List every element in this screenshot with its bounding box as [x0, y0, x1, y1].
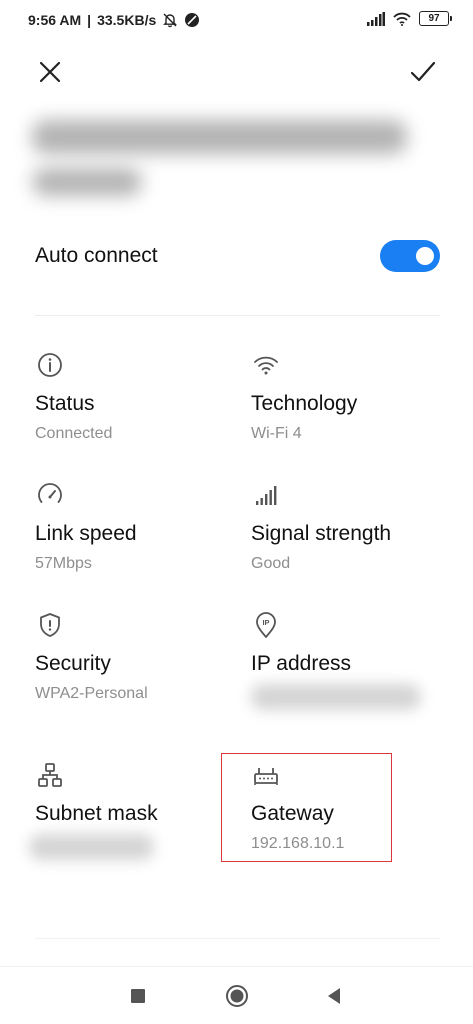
battery-indicator: 97	[419, 11, 452, 26]
link-speed-title: Link speed	[35, 522, 137, 545]
back-button[interactable]	[317, 979, 351, 1013]
detail-ip-address: IP IP address	[251, 610, 451, 710]
top-action-bar	[0, 50, 473, 94]
data-saver-icon	[185, 13, 200, 27]
signal-strength-value: Good	[251, 555, 291, 572]
confirm-button[interactable]	[401, 50, 445, 94]
status-bar-left: 9:56 AM | 33.5KB/s	[28, 12, 200, 28]
security-title: Security	[35, 652, 111, 675]
status-value: Connected	[35, 425, 113, 442]
divider-bottom	[35, 938, 440, 939]
speedometer-icon	[38, 483, 62, 503]
divider	[35, 315, 440, 316]
subnet-mask-value-redacted	[29, 834, 154, 860]
network-speed: 33.5KB/s	[97, 12, 157, 28]
ip-address-title: IP address	[251, 652, 352, 675]
separator: |	[87, 12, 92, 28]
recents-button[interactable]	[121, 979, 155, 1013]
network-name-redacted	[32, 112, 422, 202]
cellular-signal-icon	[367, 11, 385, 26]
status-title: Status	[35, 392, 95, 415]
shield-icon	[40, 613, 60, 637]
auto-connect-row[interactable]: Auto connect	[35, 232, 440, 280]
status-bar: 9:56 AM | 33.5KB/s 97	[0, 0, 473, 40]
clock: 9:56 AM	[28, 12, 82, 28]
signal-bars-icon	[256, 486, 277, 505]
network-tree-icon	[38, 763, 62, 787]
status-bar-right: 97	[367, 11, 452, 26]
home-button[interactable]	[220, 979, 254, 1013]
detail-signal-strength: Signal strength Good	[251, 480, 451, 573]
detail-link-speed: Link speed 57Mbps	[35, 480, 235, 573]
technology-value: Wi-Fi 4	[251, 425, 302, 442]
gateway-highlight-box	[221, 753, 392, 862]
ip-pin-icon: IP	[256, 612, 276, 638]
signal-strength-title: Signal strength	[251, 522, 392, 545]
redacted-line-2	[32, 168, 142, 196]
link-speed-value: 57Mbps	[35, 555, 92, 572]
detail-technology: Technology Wi-Fi 4	[251, 350, 451, 443]
subnet-mask-title: Subnet mask	[35, 802, 158, 825]
technology-title: Technology	[251, 392, 358, 415]
auto-connect-label: Auto connect	[35, 244, 158, 267]
svg-text:IP: IP	[262, 618, 269, 627]
toggle-knob	[416, 247, 434, 265]
navigation-bar	[0, 966, 473, 1024]
info-icon	[38, 353, 62, 377]
square-icon	[131, 989, 145, 1003]
redacted-line-1	[32, 120, 407, 154]
wifi-status-icon	[393, 12, 411, 26]
back-triangle-icon	[328, 988, 340, 1004]
circle-icon	[226, 985, 248, 1007]
close-button[interactable]	[28, 50, 72, 94]
ip-address-value-redacted	[251, 684, 421, 710]
check-icon	[410, 61, 436, 82]
detail-subnet-mask: Subnet mask	[29, 760, 235, 860]
detail-security: Security WPA2-Personal	[35, 610, 235, 703]
auto-connect-toggle[interactable]	[380, 240, 440, 272]
bell-muted-icon	[163, 13, 178, 28]
battery-level: 97	[428, 13, 440, 24]
wifi-icon	[254, 356, 278, 375]
detail-status: Status Connected	[35, 350, 235, 443]
security-value: WPA2-Personal	[35, 685, 148, 702]
close-icon	[39, 61, 61, 83]
